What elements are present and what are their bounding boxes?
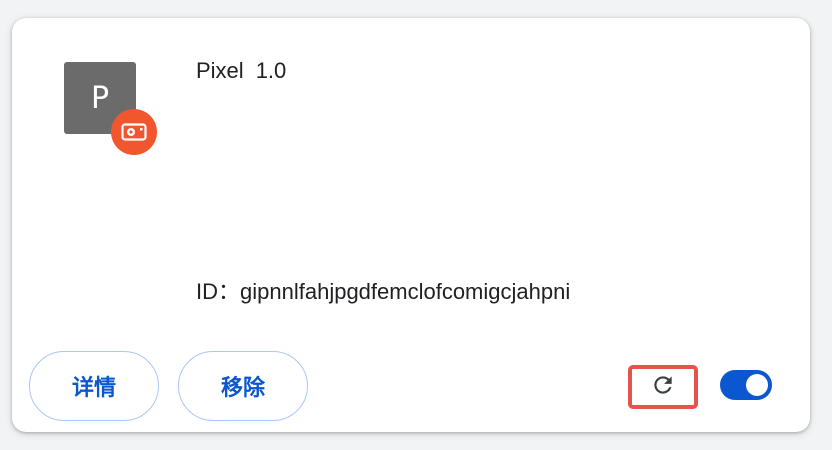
camera-icon — [111, 109, 157, 155]
extension-id-label: ID： — [196, 279, 241, 304]
extension-title: Pixel 1.0 — [196, 58, 286, 84]
extension-icon-letter: P — [90, 80, 110, 116]
extension-card: P Pixel 1.0 ID：gipnnlfahjpgdfemclofcomigc… — [12, 18, 810, 432]
remove-button[interactable]: 移除 — [178, 351, 308, 421]
toggle-knob — [746, 374, 768, 396]
extension-id-row: ID：gipnnlfahjpgdfemclofcomigcjahpni — [196, 274, 570, 306]
extension-name: Pixel — [196, 58, 244, 83]
details-button[interactable]: 详情 — [29, 351, 159, 421]
extension-version: 1.0 — [255, 58, 287, 83]
reload-icon — [650, 372, 676, 403]
extension-id-value: gipnnlfahjpgdfemclofcomigcjahpni — [240, 279, 571, 304]
enable-toggle[interactable] — [720, 370, 772, 400]
reload-button[interactable] — [628, 365, 698, 409]
